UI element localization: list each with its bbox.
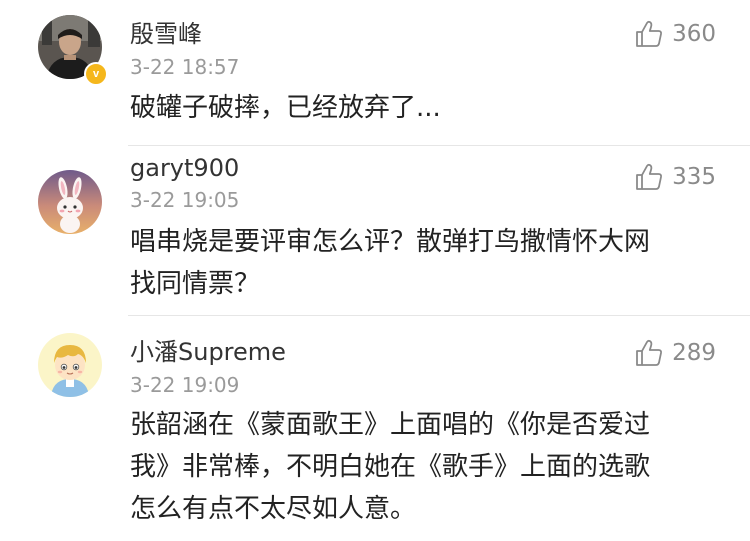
comment-text-line: 唱串烧是要评审怎么评？散弹打鸟撒情怀大网: [130, 227, 651, 257]
timestamp: 3-22 19:05: [130, 188, 240, 212]
comment-text-line: 破罐子破摔，已经放弃了...: [130, 93, 441, 123]
comment-text-line: 找同情票？: [130, 269, 261, 299]
like-button[interactable]: 289: [634, 338, 716, 368]
username[interactable]: 殷雪峰: [130, 19, 202, 49]
comment-text-line: 我》非常棒，不明白她在《歌手》上面的选歌: [130, 452, 651, 482]
cartoon-boy-avatar-icon: [38, 333, 102, 397]
like-count: 289: [672, 340, 716, 366]
timestamp: 3-22 18:57: [130, 55, 240, 79]
like-button[interactable]: 335: [634, 162, 716, 192]
timestamp: 3-22 19:09: [130, 373, 240, 397]
like-button[interactable]: 360: [634, 19, 716, 49]
like-count: 360: [672, 21, 716, 47]
comment-text: 张韶涵在《蒙面歌王》上面唱的《你是否爱过 我》非常棒，不明白她在《歌手》上面的选…: [130, 404, 710, 530]
comment-text: 唱串烧是要评审怎么评？散弹打鸟撒情怀大网 找同情票？: [130, 221, 710, 305]
comment-item[interactable]: garyt900 3-22 19:05 335 唱串烧是要评审怎么评？散弹打鸟撒…: [0, 146, 750, 316]
username[interactable]: garyt900: [130, 153, 239, 183]
bunny-avatar-icon: [38, 170, 102, 234]
comment-text-line: 张韶涵在《蒙面歌王》上面唱的《你是否爱过: [130, 410, 651, 440]
thumbs-up-icon: [636, 20, 663, 47]
comment-item[interactable]: 小潘Supreme 3-22 19:09 289 张韶涵在《蒙面歌王》上面唱的《…: [0, 316, 750, 541]
thumbs-up-icon: [636, 163, 663, 190]
avatar[interactable]: [38, 170, 102, 234]
username[interactable]: 小潘Supreme: [130, 337, 286, 367]
verified-badge-icon: v: [84, 62, 108, 86]
comment-text-line: 怎么有点不太尽如人意。: [130, 494, 417, 524]
comment-item[interactable]: v 殷雪峰 3-22 18:57 360 破罐子破摔，已经放弃了...: [0, 0, 750, 146]
thumbs-up-icon: [636, 339, 663, 366]
avatar[interactable]: [38, 333, 102, 397]
comment-text: 破罐子破摔，已经放弃了...: [130, 87, 710, 129]
like-count: 335: [672, 164, 716, 190]
